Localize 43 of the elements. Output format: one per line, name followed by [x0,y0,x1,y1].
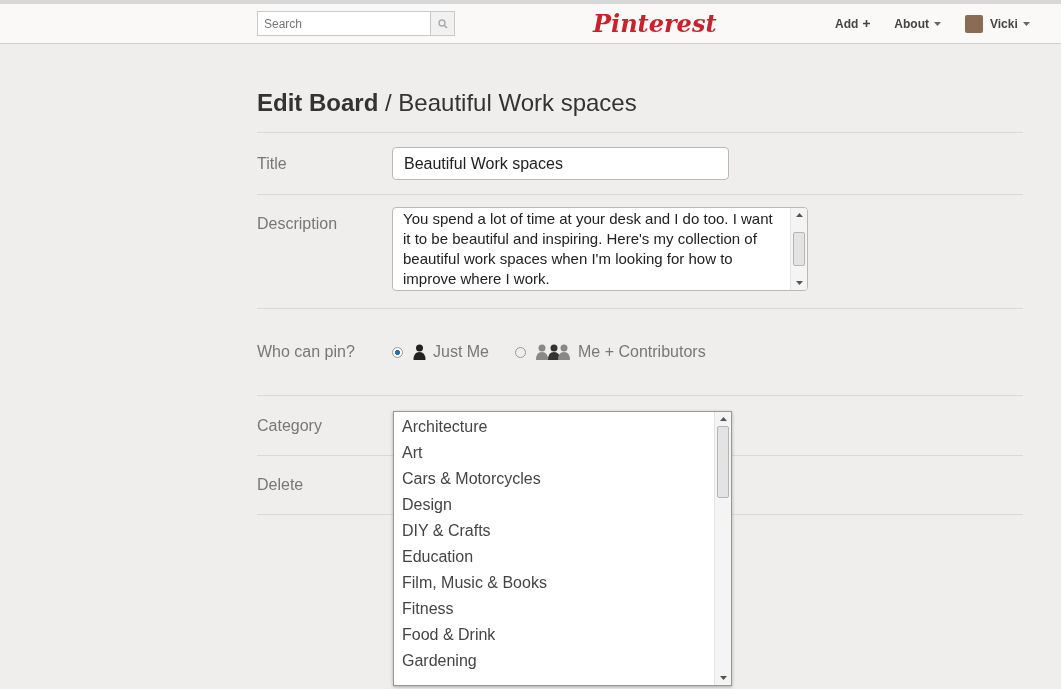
category-option[interactable]: Fitness [394,596,714,622]
people-icon [536,344,572,360]
search-button[interactable] [431,11,455,36]
field-label: Delete [257,476,305,494]
search-field[interactable]: Search [257,11,431,36]
category-option[interactable]: Design [394,492,714,518]
category-option[interactable]: Gardening [394,648,714,674]
scroll-up-icon[interactable] [795,213,803,217]
plus-icon [863,20,871,27]
nav-link[interactable]: About [894,16,941,31]
category-option[interactable]: Art [394,440,714,466]
scroll-thumb[interactable] [793,232,805,266]
category-option[interactable]: Food & Drink [394,622,714,648]
scrollbar[interactable] [790,208,807,290]
scroll-down-icon[interactable] [795,281,803,285]
category-option[interactable]: Education [394,544,714,570]
page-title: Edit Board / Beautiful Work spaces [257,89,638,117]
caret-icon [934,21,941,26]
nav-link[interactable]: Add [835,16,871,31]
radio-option[interactable]: Just Me [392,343,489,361]
field-label: Category [257,416,323,435]
category-option[interactable]: Architecture [394,414,714,440]
description-field[interactable]: You spend a lot of time at your desk and I do too. I want it to be beautiful and inspiring. Here's my collection of beautiful work spaces when I'm looking for how to improve where I work. [392,207,808,291]
radio-button[interactable] [515,346,526,358]
scrollbar[interactable] [714,412,731,685]
scroll-up-icon[interactable] [719,417,727,421]
scroll-down-icon[interactable] [719,676,727,680]
title-field[interactable]: Beautiful Work spaces [392,147,729,180]
field-label: Description [257,214,339,233]
field-label: Title [257,154,288,173]
category-list[interactable]: Architecture Art Cars & Motorcycles Design DIY & Crafts Education Film, Music & Books Fitness Food & Drink Gardening [393,411,732,686]
category-option[interactable]: Cars & Motorcycles [394,466,714,492]
category-option[interactable]: DIY & Crafts [394,518,714,544]
radio-option[interactable]: Me + Contributors [515,343,706,361]
nav-link[interactable]: Vicki [965,14,1030,33]
radio-button[interactable] [392,346,403,358]
category-option[interactable]: Film, Music & Books [394,570,714,596]
avatar [965,14,983,33]
field-label: Who can pin? [257,343,356,361]
scroll-thumb[interactable] [717,426,729,498]
caret-icon [1022,21,1030,26]
person-icon [413,344,427,360]
search-icon [437,18,448,29]
